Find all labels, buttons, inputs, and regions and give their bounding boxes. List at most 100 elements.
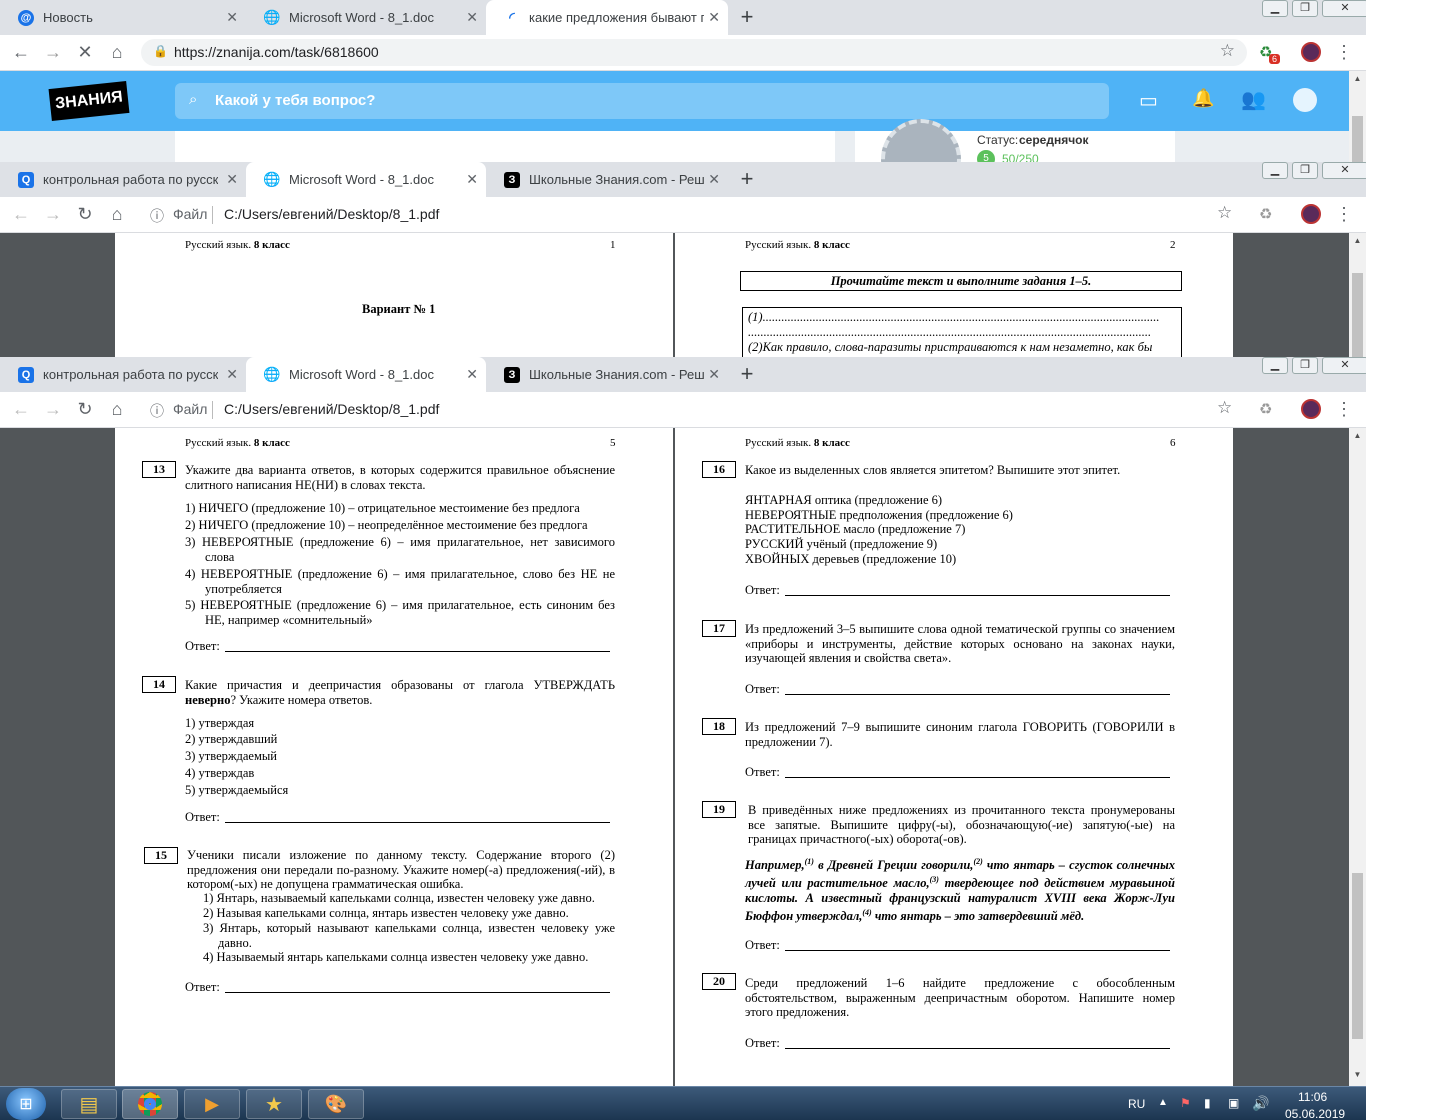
pdf-scrollbar[interactable]: ▲ ▼: [1349, 428, 1366, 1086]
maximize-button[interactable]: ❐: [1292, 0, 1318, 17]
scroll-up-arrow[interactable]: ▲: [1349, 431, 1366, 440]
clock-time[interactable]: 11:06: [1298, 1090, 1327, 1104]
close-tab-icon[interactable]: ✕: [226, 9, 238, 26]
question-13-option: 3) НЕВЕРОЯТНЫЕ (предложение 6) – имя при…: [185, 535, 615, 564]
forward-arrow-icon[interactable]: →: [42, 399, 64, 420]
taskbar-chrome[interactable]: [122, 1089, 178, 1119]
url-text[interactable]: C:/Users/евгений/Desktop/8_1.pdf: [224, 206, 439, 222]
home-icon[interactable]: ⌂: [106, 42, 128, 63]
url-text[interactable]: C:/Users/евгений/Desktop/8_1.pdf: [224, 401, 439, 417]
maximize-button[interactable]: ❐: [1292, 162, 1318, 179]
info-icon[interactable]: ⓘ: [150, 401, 164, 421]
messages-icon[interactable]: ▭: [1139, 88, 1158, 113]
close-tab-icon[interactable]: ✕: [466, 9, 478, 26]
tab-shkolnye-znaniya[interactable]: З Школьные Знания.com - Решае ✕: [486, 357, 728, 392]
new-tab-button[interactable]: +: [734, 362, 760, 388]
close-tab-icon[interactable]: ✕: [226, 366, 238, 383]
scroll-thumb[interactable]: [1352, 116, 1363, 162]
forward-arrow-icon[interactable]: →: [42, 204, 64, 225]
bookmark-star-icon[interactable]: ☆: [1217, 398, 1232, 418]
scroll-up-arrow[interactable]: ▲: [1349, 74, 1366, 83]
show-hidden-icons[interactable]: ▲: [1158, 1097, 1168, 1108]
close-tab-icon[interactable]: ✕: [466, 171, 478, 188]
reload-icon[interactable]: ↻: [74, 399, 96, 420]
close-tab-icon[interactable]: ✕: [708, 9, 720, 26]
minimize-button[interactable]: ▁: [1262, 0, 1288, 17]
profile-avatar[interactable]: [1301, 399, 1321, 419]
globe-icon: 🌐: [263, 366, 281, 382]
question-19-text: В приведённых ниже предложениях из прочи…: [748, 803, 1175, 847]
close-window-button[interactable]: ✕: [1322, 357, 1366, 374]
scroll-thumb[interactable]: [1352, 273, 1363, 357]
pdf-viewer: Русский язык. 8 класс 5 13 Укажите два в…: [0, 428, 1366, 1086]
forward-arrow-icon[interactable]: →: [42, 42, 64, 63]
tab-kontrolnaya[interactable]: Q контрольная работа по русском ✕: [0, 162, 246, 197]
answer-label: Ответ:: [185, 639, 220, 653]
tab-word-doc[interactable]: 🌐 Microsoft Word - 8_1.doc ✕: [246, 162, 486, 197]
language-indicator[interactable]: RU: [1128, 1097, 1145, 1111]
home-icon[interactable]: ⌂: [106, 399, 128, 420]
menu-dots-icon[interactable]: ⋮: [1333, 42, 1355, 63]
search-box[interactable]: ⌕ Какой у тебя вопрос?: [175, 83, 1109, 119]
bookmark-star-icon[interactable]: ☆: [1217, 203, 1232, 223]
network-icon[interactable]: ▮: [1204, 1096, 1211, 1110]
tab-word-doc[interactable]: 🌐 Microsoft Word - 8_1.doc ✕: [246, 357, 486, 392]
tab-kontrolnaya[interactable]: Q контрольная работа по русском ✕: [0, 357, 246, 392]
new-tab-button[interactable]: +: [734, 5, 760, 31]
friends-icon[interactable]: 👥: [1241, 87, 1266, 112]
taskbar-paint[interactable]: 🎨: [308, 1089, 364, 1119]
taskbar-explorer[interactable]: ▤: [61, 1089, 117, 1119]
close-tab-icon[interactable]: ✕: [708, 366, 720, 383]
back-arrow-icon[interactable]: ←: [10, 42, 32, 63]
tab-shkolnye-znaniya[interactable]: З Школьные Знания.com - Решае ✕: [486, 162, 728, 197]
back-arrow-icon[interactable]: ←: [10, 399, 32, 420]
new-tab-button[interactable]: +: [734, 167, 760, 193]
browser-toolbar: ← → ✕ ⌂ 🔒 https://znanija.com/task/68186…: [0, 35, 1366, 71]
tab-kakie-predlozheniya[interactable]: ◜ какие предложения бывают по ✕: [486, 0, 728, 35]
close-tab-icon[interactable]: ✕: [226, 171, 238, 188]
page-scrollbar[interactable]: ▲: [1349, 71, 1366, 162]
bookmark-star-icon[interactable]: ☆: [1220, 41, 1235, 61]
taskbar-movie-maker[interactable]: ★: [246, 1089, 302, 1119]
menu-dots-icon[interactable]: ⋮: [1333, 399, 1355, 420]
close-tab-icon[interactable]: ✕: [708, 171, 720, 188]
user-icon[interactable]: [1293, 88, 1317, 112]
question-number-17: 17: [702, 620, 736, 637]
window-controls: ▁ ❐ ✕: [1258, 0, 1366, 17]
address-bar[interactable]: 🔒 https://znanija.com/task/6818600 ☆: [141, 39, 1247, 66]
question-number-13: 13: [142, 461, 176, 478]
clock-date[interactable]: 05.06.2019: [1285, 1107, 1345, 1120]
pdf-scrollbar[interactable]: ▲: [1349, 233, 1366, 357]
taskbar-media-player[interactable]: ▶: [184, 1089, 240, 1119]
tab-word-doc[interactable]: 🌐 Microsoft Word - 8_1.doc ✕: [246, 0, 486, 35]
close-window-button[interactable]: ✕: [1322, 0, 1366, 17]
device-icon[interactable]: ▣: [1228, 1096, 1239, 1110]
answer-label: Ответ:: [185, 980, 220, 994]
tab-novost[interactable]: @ Новость ✕: [0, 0, 246, 35]
znanija-logo[interactable]: ЗНАНИЯ: [48, 81, 130, 121]
info-icon[interactable]: ⓘ: [150, 206, 164, 226]
reload-icon[interactable]: ↻: [74, 204, 96, 225]
scroll-down-arrow[interactable]: ▼: [1349, 1070, 1366, 1079]
start-button[interactable]: ⊞: [6, 1088, 46, 1120]
close-window-button[interactable]: ✕: [1322, 162, 1366, 179]
home-icon[interactable]: ⌂: [106, 204, 128, 225]
stop-loading-icon[interactable]: ✕: [74, 42, 96, 63]
close-tab-icon[interactable]: ✕: [466, 366, 478, 383]
scroll-thumb[interactable]: [1352, 873, 1363, 1039]
maximize-button[interactable]: ❐: [1292, 357, 1318, 374]
action-center-icon[interactable]: ⚑: [1180, 1096, 1191, 1110]
profile-avatar[interactable]: [1301, 42, 1321, 62]
profile-avatar[interactable]: [1301, 204, 1321, 224]
scroll-up-arrow[interactable]: ▲: [1349, 236, 1366, 245]
film-star-icon: ★: [265, 1093, 283, 1116]
blank-area: [1366, 0, 1430, 1120]
bell-icon[interactable]: 🔔: [1192, 88, 1214, 109]
menu-dots-icon[interactable]: ⋮: [1333, 204, 1355, 225]
back-arrow-icon[interactable]: ←: [10, 204, 32, 225]
extension-icon[interactable]: ♻: [1259, 400, 1272, 418]
volume-icon[interactable]: 🔊: [1252, 1095, 1269, 1112]
minimize-button[interactable]: ▁: [1262, 357, 1288, 374]
extension-icon[interactable]: ♻: [1259, 205, 1272, 223]
minimize-button[interactable]: ▁: [1262, 162, 1288, 179]
